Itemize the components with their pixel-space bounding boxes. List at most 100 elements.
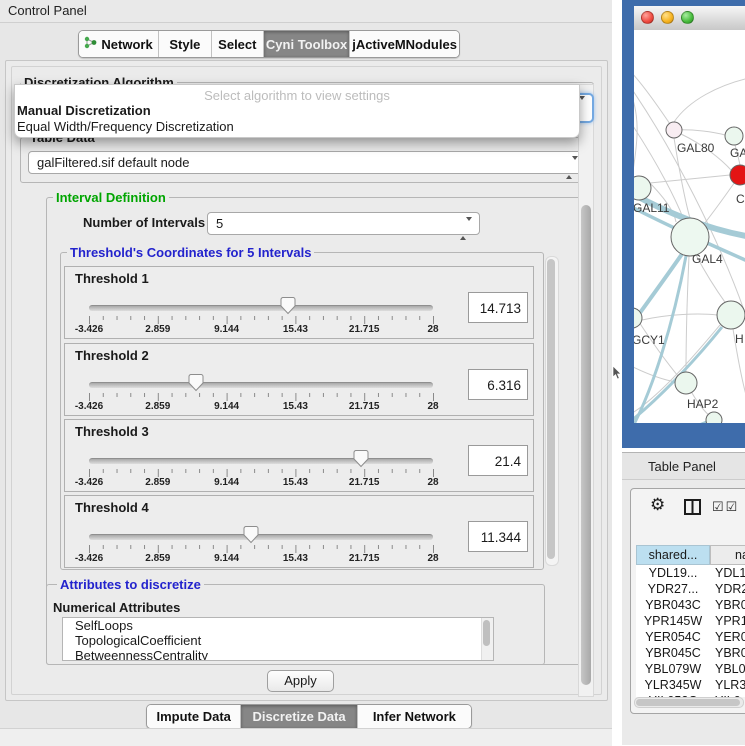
slider-tick-marks bbox=[89, 543, 435, 558]
thresholds-group-label: Threshold's Coordinates for 5 Intervals bbox=[67, 245, 314, 260]
table-row[interactable]: YDL19...YDL1 bbox=[636, 565, 745, 581]
attribute-list-item[interactable]: TopologicalCoefficient bbox=[63, 633, 493, 648]
slider-tick-label: 15.43 bbox=[283, 324, 308, 335]
number-of-intervals-value: 5 bbox=[216, 216, 223, 231]
mac-zoom-icon[interactable] bbox=[681, 11, 694, 24]
threshold-slider-track[interactable] bbox=[89, 534, 433, 540]
dropdown-option[interactable]: Equal Width/Frequency Discretization bbox=[15, 119, 579, 135]
table-row[interactable]: YDR27...YDR2 bbox=[636, 581, 745, 597]
table-cell: YDL19... bbox=[636, 565, 710, 581]
attributes-list-scrollbar[interactable] bbox=[481, 618, 493, 660]
network-window-titlebar[interactable] bbox=[634, 6, 745, 31]
slider-tick-label: 21.715 bbox=[349, 324, 380, 335]
slider-tick-label: 9.144 bbox=[214, 477, 239, 488]
table-row[interactable]: YPR145WYPR1 bbox=[636, 613, 745, 629]
threshold-slider-thumb[interactable] bbox=[280, 296, 296, 318]
tab-label: jActiveMNodules bbox=[352, 37, 457, 52]
thresholds-scrollbar[interactable] bbox=[545, 256, 559, 566]
apply-button[interactable]: Apply bbox=[267, 670, 334, 692]
panel-scrollbar[interactable] bbox=[578, 84, 594, 697]
gear-icon[interactable]: ⚙ bbox=[650, 495, 665, 515]
threshold-row: Threshold 2-3.4262.8599.14415.4321.71528… bbox=[64, 343, 534, 416]
dropdown-option[interactable]: Manual Discretization bbox=[15, 103, 579, 119]
threshold-value-field[interactable]: 14.713 bbox=[468, 292, 528, 323]
threshold-slider-track[interactable] bbox=[89, 458, 433, 464]
table-row[interactable]: YER054CYER0 bbox=[636, 629, 745, 645]
slider-tick-label: 2.859 bbox=[145, 477, 170, 488]
svg-text:H: H bbox=[735, 332, 744, 346]
top-tab-bar: NetworkStyle Select Cyni Toolbox jActiveMNo… bbox=[78, 30, 460, 58]
split-columns-icon[interactable] bbox=[684, 499, 701, 518]
tab-style[interactable]: Style bbox=[159, 31, 211, 57]
svg-text:GAL80: GAL80 bbox=[677, 141, 715, 155]
network-canvas[interactable]: GAL80GACGAL11GAL4GCY1HHAP2 bbox=[634, 30, 745, 423]
slider-tick-label: 2.859 bbox=[145, 324, 170, 335]
threshold-label: Threshold 4 bbox=[75, 500, 149, 515]
tab-jactivemnodules[interactable]: jActiveMNodules bbox=[350, 31, 459, 57]
slider-tick-label: 9.144 bbox=[214, 324, 239, 335]
table-cell: YBR045C bbox=[636, 645, 710, 661]
slider-tick-label: -3.426 bbox=[75, 401, 103, 412]
tab-cyni-toolbox[interactable]: Cyni Toolbox bbox=[264, 31, 350, 57]
control-panel-window: Control Panel ✕ NetworkStyleSelectCyni T… bbox=[0, 0, 612, 745]
threshold-slider-track[interactable] bbox=[89, 305, 433, 311]
table-cell: YBR043C bbox=[636, 597, 710, 613]
table-cell: YDR27... bbox=[636, 581, 710, 597]
svg-text:GCY1: GCY1 bbox=[634, 333, 665, 347]
combo-stepper-icon bbox=[566, 157, 578, 178]
bottom-tab-bar: Impute DataDiscretize DataInfer Network bbox=[146, 704, 472, 729]
node-table[interactable]: shared... na YDL19...YDL1YDR27...YDR2YBR… bbox=[636, 545, 745, 697]
table-cell: YDL1 bbox=[710, 565, 745, 581]
mac-minimize-icon[interactable] bbox=[661, 11, 674, 24]
tab-label: Cyni Toolbox bbox=[266, 37, 347, 52]
tab-discretize-data[interactable]: Discretize Data bbox=[241, 705, 357, 728]
svg-text:GA: GA bbox=[730, 146, 745, 160]
table-horizontal-scrollbar[interactable] bbox=[634, 697, 744, 708]
tab-impute-data[interactable]: Impute Data bbox=[147, 705, 241, 728]
slider-tick-label: -3.426 bbox=[75, 324, 103, 335]
tab-label: Select bbox=[218, 37, 256, 52]
svg-text:GAL4: GAL4 bbox=[692, 252, 723, 266]
number-of-intervals-combo[interactable]: 5 bbox=[207, 212, 480, 235]
table-header-shared-name[interactable]: shared... bbox=[636, 545, 710, 565]
threshold-value-field[interactable]: 11.344 bbox=[468, 521, 528, 552]
svg-text:HAP2: HAP2 bbox=[687, 397, 719, 411]
table-row[interactable]: YBR045CYBR0 bbox=[636, 645, 745, 661]
panel-bottom-strip bbox=[0, 728, 612, 746]
slider-tick-label: -3.426 bbox=[75, 477, 103, 488]
tab-select[interactable]: Select bbox=[212, 31, 264, 57]
attribute-list-item[interactable]: SelfLoops bbox=[63, 618, 493, 633]
table-cell: YBR0 bbox=[710, 645, 745, 661]
table-cell: YBR0 bbox=[710, 597, 745, 613]
table-cell: YLR3 bbox=[710, 677, 745, 693]
table-row[interactable]: YLR345WYLR3 bbox=[636, 677, 745, 693]
threshold-row: Threshold 4-3.4262.8599.14415.4321.71528… bbox=[64, 495, 534, 568]
table-header-name[interactable]: na bbox=[710, 545, 745, 565]
threshold-label: Threshold 2 bbox=[75, 348, 149, 363]
threshold-slider-thumb[interactable] bbox=[243, 525, 259, 547]
threshold-slider-track[interactable] bbox=[89, 382, 433, 388]
combo-stepper-icon bbox=[460, 218, 472, 239]
table-data-combo[interactable]: galFiltered.sif default node bbox=[28, 151, 586, 174]
threshold-slider-thumb[interactable] bbox=[188, 373, 204, 395]
tab-infer-network[interactable]: Infer Network bbox=[358, 705, 471, 728]
threshold-slider-thumb[interactable] bbox=[353, 449, 369, 471]
tab-network[interactable]: Network bbox=[79, 31, 159, 57]
dropdown-option-list: Manual DiscretizationEqual Width/Frequen… bbox=[15, 103, 579, 135]
table-cell: YBL0 bbox=[710, 661, 745, 677]
threshold-value-field[interactable]: 6.316 bbox=[468, 369, 528, 400]
table-row[interactable]: YBR043CYBR0 bbox=[636, 597, 745, 613]
table-cell: YPR1 bbox=[710, 613, 745, 629]
threshold-value-field[interactable]: 21.4 bbox=[468, 445, 528, 476]
mac-close-icon[interactable] bbox=[641, 11, 654, 24]
checkbox-icons[interactable]: ☑☑ bbox=[712, 499, 739, 515]
slider-tick-label: 28 bbox=[427, 477, 438, 488]
slider-tick-label: 15.43 bbox=[283, 553, 308, 564]
panel-title: Control Panel bbox=[8, 0, 87, 22]
table-cell: YER0 bbox=[710, 629, 745, 645]
svg-text:GAL11: GAL11 bbox=[634, 201, 670, 215]
slider-tick-label: 21.715 bbox=[349, 401, 380, 412]
table-row[interactable]: YBL079WYBL0 bbox=[636, 661, 745, 677]
table-panel-title: Table Panel bbox=[648, 453, 716, 480]
attribute-list-item[interactable]: BetweennessCentrality bbox=[63, 648, 493, 661]
